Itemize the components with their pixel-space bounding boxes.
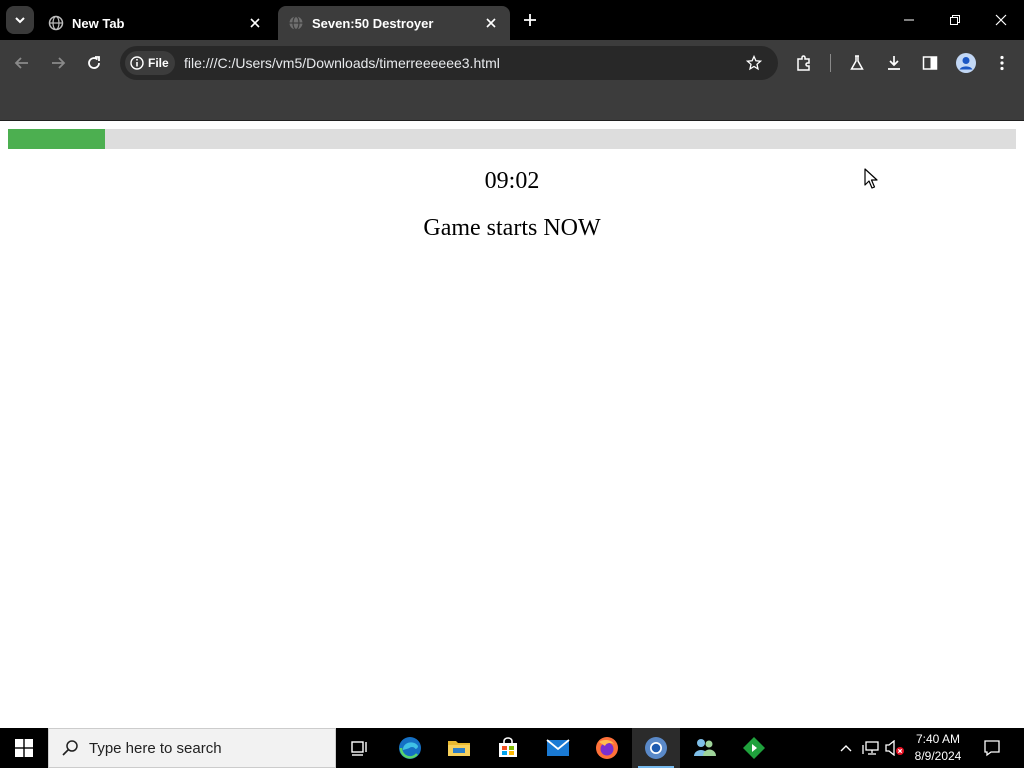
download-icon[interactable] [883, 52, 905, 74]
start-button[interactable] [0, 728, 48, 768]
bookmark-star-icon[interactable] [744, 53, 764, 73]
volume-muted-icon[interactable] [884, 728, 906, 768]
globe-icon [288, 15, 304, 31]
tab-new-tab[interactable]: New Tab [38, 6, 274, 40]
chevron-down-icon [15, 17, 25, 24]
mail-icon[interactable] [534, 728, 582, 768]
search-icon [62, 740, 78, 756]
restore-icon [950, 15, 960, 25]
close-window-button[interactable] [978, 0, 1024, 40]
new-tab-button[interactable] [518, 8, 542, 32]
status-message: Game starts NOW [423, 215, 601, 241]
reload-button[interactable] [80, 49, 108, 77]
labs-flask-icon[interactable] [846, 52, 868, 74]
store-icon[interactable] [484, 728, 532, 768]
tab-search-button[interactable] [6, 6, 34, 34]
arrow-right-icon [52, 57, 66, 69]
chevron-up-icon[interactable] [836, 728, 856, 768]
chrome-icon[interactable] [632, 728, 680, 768]
browser-toolbar: File file:///C:/Users/vm5/Downloads/time… [0, 40, 1024, 86]
app-green-icon[interactable] [730, 728, 778, 768]
url-text[interactable]: file:///C:/Users/vm5/Downloads/timerreee… [184, 55, 500, 71]
close-icon [995, 14, 1007, 26]
file-explorer-icon[interactable] [435, 728, 483, 768]
forward-button[interactable] [44, 49, 72, 77]
firefox-icon[interactable] [583, 728, 631, 768]
taskbar-clock[interactable]: 7:40 AM 8/9/2024 [904, 731, 972, 765]
notification-icon[interactable] [978, 728, 1006, 768]
bookmarks-bar [0, 86, 1024, 120]
extensions-icon[interactable] [793, 52, 815, 74]
clock-time: 7:40 AM [915, 732, 961, 746]
site-info-label: File [148, 56, 169, 70]
tab-seven50-destroyer[interactable]: Seven:50 Destroyer [278, 6, 510, 40]
close-tab-icon[interactable] [482, 14, 500, 32]
clock-date: 8/9/2024 [914, 749, 962, 763]
progress-bar [8, 129, 1016, 149]
page-content: 09:02 Game starts NOW [0, 121, 1024, 728]
reload-icon [88, 56, 100, 69]
menu-kebab-icon[interactable] [991, 52, 1013, 74]
edge-icon[interactable] [386, 728, 434, 768]
tab-title: Seven:50 Destroyer [312, 15, 434, 31]
profile-avatar-icon[interactable] [955, 52, 977, 74]
mouse-cursor-icon [864, 168, 878, 189]
minimize-button[interactable] [886, 0, 932, 40]
progress-bar-fill [8, 129, 105, 149]
restore-button[interactable] [932, 0, 978, 40]
network-icon[interactable] [860, 728, 882, 768]
search-placeholder: Type here to search [89, 739, 222, 757]
people-icon[interactable] [681, 728, 729, 768]
windows-taskbar: Type here to search 7:40 AM 8/9/2024 [0, 728, 1024, 768]
address-bar[interactable]: File file:///C:/Users/vm5/Downloads/time… [120, 46, 778, 80]
tab-strip: New Tab Seven:50 Destroyer [0, 0, 1024, 40]
site-info-chip[interactable]: File [125, 51, 175, 75]
task-view-icon[interactable] [336, 728, 384, 768]
toolbar-separator [830, 54, 831, 72]
globe-icon [48, 15, 64, 31]
back-button[interactable] [8, 49, 36, 77]
tab-title: New Tab [72, 15, 125, 31]
close-tab-icon[interactable] [246, 14, 264, 32]
minimize-icon [904, 19, 914, 21]
side-panel-icon[interactable] [919, 52, 941, 74]
windows-logo-icon [15, 739, 33, 757]
arrow-left-icon [14, 57, 28, 69]
info-icon [130, 56, 144, 70]
plus-icon [524, 14, 536, 26]
taskbar-search-box[interactable]: Type here to search [48, 728, 336, 768]
